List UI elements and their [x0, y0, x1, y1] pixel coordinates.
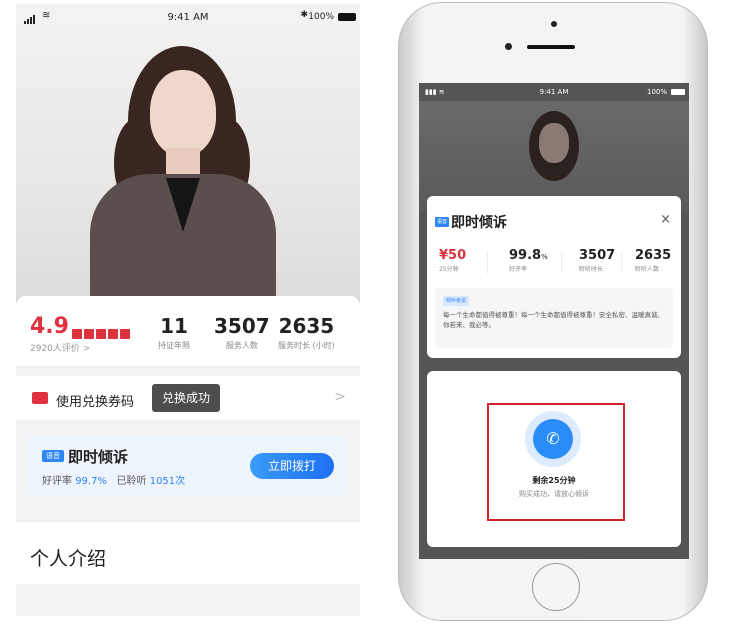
quote-box: 倾听者说 每一个生命都值得被尊重！每一个生命都值得被尊重！安全私密、温暖真诚、你… [435, 288, 673, 348]
intro-title: 个人介绍 [30, 548, 107, 570]
instant-call-card: 语音 即时倾诉 好评率 99.7% 已聆听 1051次 立即拨打 [30, 436, 346, 496]
remaining-time: 剩余25分钟 [532, 476, 576, 485]
phone-icon: ✆ [533, 419, 573, 459]
call-subtitle: 好评率 99.7% 已聆听 1051次 [42, 476, 186, 487]
rate-stat: 99.8% 好评率 [509, 248, 548, 273]
counselor-photo [16, 28, 360, 318]
purchase-screen: ▮▮▮ ≋ 9:41 AM 100% 语音 即时倾诉 × ¥50 25分钟 99… [419, 83, 689, 559]
battery-percent: 100% [308, 12, 334, 22]
coupon-label: 使用兑换券码 [56, 395, 135, 410]
call-button[interactable]: ✆ [525, 411, 581, 467]
call-title: 即时倾诉 [68, 448, 129, 466]
camera-icon [551, 21, 557, 27]
price-stat: ¥50 25分钟 [439, 248, 467, 273]
call-sheet: 语音 即时倾诉 × ¥50 25分钟 99.8% 好评率 3507 聆听时长 2… [427, 196, 681, 358]
review-count-link[interactable]: 2920人评价 > [30, 341, 90, 354]
bluetooth-icon: ✱ [300, 10, 308, 20]
stat-years: 11 持证年限 [158, 314, 190, 350]
stat-clients: 3507 服务人数 [214, 314, 270, 350]
chevron-right-icon: > [334, 389, 346, 405]
sensor-icon [505, 43, 512, 50]
rating-score: 4.9 [30, 314, 69, 339]
ticket-icon [32, 392, 48, 404]
sheet-title: 即时倾诉 [451, 215, 507, 231]
quote-tag: 倾听者说 [443, 296, 470, 306]
home-button[interactable] [532, 563, 580, 611]
voice-badge-2: 语音 [435, 217, 449, 227]
battery-icon-2 [671, 89, 685, 95]
dimmed-photo [419, 101, 689, 211]
speaker-grille [527, 45, 575, 49]
success-toast: 兑换成功 [152, 384, 221, 412]
status-bar-2: ▮▮▮ ≋ 9:41 AM 100% [419, 83, 689, 101]
battery-icon [338, 13, 356, 21]
listen-time-stat: 3507 聆听时长 [579, 248, 616, 273]
profile-screen: ≋ 9:41 AM ✱ 100% 4.9 2920人评价 > 11 持证年限 3… [16, 4, 360, 616]
voice-badge: 语音 [42, 450, 64, 462]
intro-section: 个人介绍 [16, 522, 360, 584]
stats-card: 4.9 2920人评价 > 11 持证年限 3507 服务人数 2635 服务时… [16, 296, 360, 366]
status-bar: ≋ 9:41 AM ✱ 100% [16, 4, 360, 28]
coupon-row[interactable]: 使用兑换券码 兑换成功 > [16, 376, 360, 420]
phone-frame: ▮▮▮ ≋ 9:41 AM 100% 语音 即时倾诉 × ¥50 25分钟 99… [398, 2, 708, 621]
stat-hours: 2635 服务时长 (小时) [278, 314, 335, 350]
battery-percent-2: 100% [646, 88, 667, 96]
quote-text: 每一个生命都值得被尊重！每一个生命都值得被尊重！安全私密、温暖真诚、你若来、我必… [443, 311, 664, 329]
purchase-result-card: ✆ 剩余25分钟 购买成功，请放心倾诉 [427, 371, 681, 547]
call-now-button[interactable]: 立即拨打 [250, 453, 334, 479]
purchase-message: 购买成功，请放心倾诉 [519, 490, 589, 498]
listeners-stat: 2635 聆听人数 [635, 248, 672, 273]
close-icon[interactable]: × [660, 212, 671, 227]
